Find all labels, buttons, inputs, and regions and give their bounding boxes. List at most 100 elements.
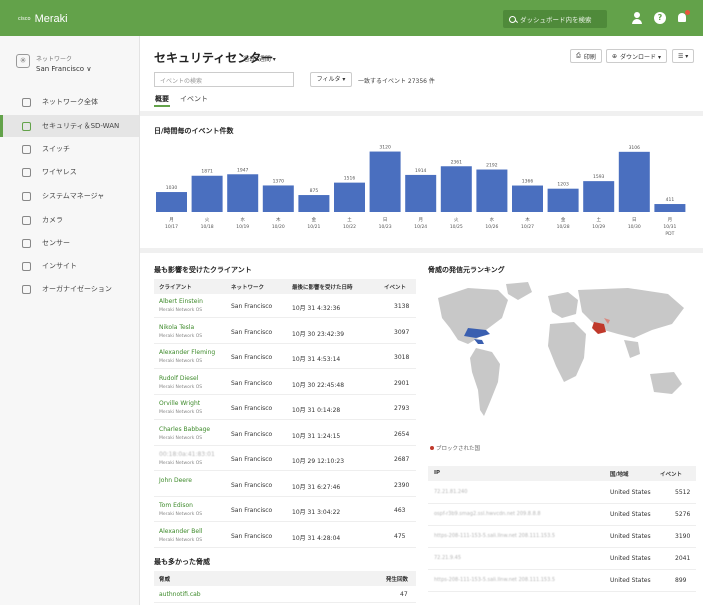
weekday-tick-label: 月 [418, 217, 423, 223]
col-last-affected: 最後に影響を受けた日時 [292, 285, 353, 291]
bar-10/25[interactable] [440, 166, 472, 212]
source-ip[interactable]: 72.21.81.240 [434, 489, 467, 495]
sidebar-item-sensor[interactable]: センサー [0, 232, 139, 254]
sidebar-item-switch[interactable]: スイッチ [0, 138, 139, 160]
bar-value-label: 1203 [557, 182, 569, 188]
client-name[interactable]: Albert Einstein [159, 298, 203, 305]
client-row[interactable]: John Deere San Francisco 10月 31 6:27:46 239… [154, 474, 416, 497]
client-name[interactable]: Alexander Bell [159, 528, 202, 535]
notification-bell-icon[interactable] [676, 10, 690, 24]
weekday-tick-label: 日 [383, 217, 388, 223]
bar-10/17[interactable] [156, 192, 187, 212]
event-search-input[interactable]: イベントの検索 [154, 72, 294, 87]
bar-10/29[interactable] [583, 181, 615, 212]
source-ip[interactable]: 72.21.9.45 [434, 555, 461, 561]
client-row[interactable]: Nikola Tesla Meraki Network OS San Francis… [154, 321, 416, 344]
client-name[interactable]: Nikola Tesla [159, 324, 194, 331]
time-range-dropdown[interactable]: 過去7週間 ▾ [243, 54, 276, 63]
bar-10/27[interactable] [512, 185, 543, 212]
client-events: 2687 [394, 456, 410, 463]
client-row[interactable]: Tom Edison Meraki Network OS San Francisco… [154, 499, 416, 522]
sidebar-item-organization[interactable]: オーガナイゼーション [0, 278, 139, 300]
bar-value-label: 1030 [166, 185, 178, 191]
client-row[interactable]: Rudolf Diesel Meraki Network OS San Franci… [154, 372, 416, 395]
bar-10/18[interactable] [191, 175, 223, 212]
bar-value-label: 1914 [415, 168, 427, 174]
client-row[interactable]: Charles Babbage Meraki Network OS San Fran… [154, 423, 416, 446]
weekday-tick-label: 月 [169, 217, 174, 223]
client-row[interactable]: Albert Einstein Meraki Network OS San Fran… [154, 295, 416, 318]
sidebar-item-camera[interactable]: カメラ [0, 209, 139, 231]
clients-panel-title: 最も影響を受けたクライアント [154, 266, 252, 274]
client-events: 3138 [394, 303, 410, 310]
source-country: United States [610, 577, 651, 584]
source-ip[interactable]: https-208-111-153-5.sali.llnw.net 208.11… [434, 577, 555, 583]
bar-10/21[interactable] [298, 195, 330, 212]
source-ip[interactable]: https-208-111-153-5.sali.llnw.net 208.11… [434, 533, 555, 539]
ranking-row[interactable]: https-208-111-153-5.sali.llnw.net 208.11… [428, 570, 696, 592]
date-tick-label: 10/31 [663, 224, 676, 230]
client-name[interactable]: 00:18:0a:41:83:01 [159, 451, 215, 458]
bar-10/28[interactable] [547, 188, 579, 212]
ranking-row[interactable]: 72.21.81.240 United States 5512 [428, 482, 696, 504]
source-ip[interactable]: ospf-r3b9.smag2.ssl.hwvcdn.net 209.8.8.8 [434, 511, 541, 517]
bar-10/22[interactable] [334, 182, 365, 212]
ranking-table-header: IP 国/地域 イベント [428, 466, 696, 481]
print-button[interactable]: ⎙ 印刷 [570, 49, 602, 63]
client-network: San Francisco [231, 328, 273, 336]
sidebar-item-system-manager[interactable]: システムマネージャ [0, 185, 139, 207]
bar-10/26[interactable] [476, 169, 508, 212]
sidebar-item-wifi[interactable]: ワイヤレス [0, 161, 139, 183]
user-icon[interactable] [631, 12, 643, 24]
client-name[interactable]: Alexander Fleming [159, 349, 215, 356]
col-count: 発生回数 [386, 577, 409, 583]
filter-button[interactable]: フィルタ ▾ [310, 72, 352, 87]
client-name[interactable]: Tom Edison [159, 502, 193, 509]
world-map[interactable] [428, 278, 696, 440]
brand-name: Meraki [34, 13, 68, 25]
source-events: 5276 [675, 511, 691, 518]
meraki-logo[interactable]: cisco Meraki [18, 13, 68, 25]
client-row[interactable]: Alexander Bell Meraki Network OS San Franc… [154, 525, 416, 548]
network-selector[interactable]: ✳ ネットワーク San Francisco ∨ [16, 54, 91, 73]
download-button[interactable]: ⊕ ダウンロード ▾ [606, 49, 667, 63]
sidebar-item-shield[interactable]: セキュリティ＆SD-WAN [0, 115, 139, 137]
client-name[interactable]: Rudolf Diesel [159, 375, 198, 382]
tab-events[interactable]: イベント [180, 94, 208, 104]
ranking-row[interactable]: https-208-111-153-5.sali.llnw.net 208.11… [428, 526, 696, 548]
source-country: United States [610, 555, 651, 562]
bar-value-label: 875 [310, 188, 319, 194]
threat-row[interactable]: authnotifi.cab 47 [154, 587, 416, 603]
ranking-row[interactable]: 72.21.9.45 United States 2041 [428, 548, 696, 570]
col-ip: IP [434, 470, 441, 476]
help-icon[interactable]: ? [654, 12, 666, 24]
bar-10/30[interactable] [618, 151, 650, 212]
client-name[interactable]: Charles Babbage [159, 426, 210, 433]
tab-overview[interactable]: 概要 [155, 94, 169, 104]
ranking-row[interactable]: ospf-r3b9.smag2.ssl.hwvcdn.net 209.8.8.8… [428, 504, 696, 526]
sidebar-item-insight[interactable]: インサイト [0, 255, 139, 277]
client-row[interactable]: Orville Wright Meraki Network OS San Franc… [154, 397, 416, 420]
match-count: 一致するイベント 27356 件 [358, 78, 435, 85]
bar-10/20[interactable] [262, 185, 294, 212]
bar-value-label: 1370 [273, 178, 285, 184]
bar-10/31[interactable] [654, 204, 686, 212]
network-label: ネットワーク [36, 56, 73, 63]
client-name[interactable]: Orville Wright [159, 400, 200, 407]
client-row[interactable]: 00:18:0a:41:83:01 Meraki Network OS San Fr… [154, 448, 416, 471]
client-row[interactable]: Alexander Fleming Meraki Network OS San Fr… [154, 346, 416, 369]
dashboard-search-input[interactable]: ダッシュボード内を検索 [503, 10, 607, 28]
client-name[interactable]: John Deere [159, 477, 192, 484]
view-options-button[interactable]: ☰ ▾ [672, 49, 695, 63]
bar-10/23[interactable] [369, 151, 401, 212]
threat-name[interactable]: authnotifi.cab [159, 591, 201, 598]
switch-icon [22, 144, 31, 154]
blocked-legend-icon [430, 446, 434, 450]
source-events: 899 [675, 577, 687, 584]
source-country: United States [610, 511, 651, 518]
bar-10/19[interactable] [227, 174, 259, 212]
bar-10/24[interactable] [405, 174, 437, 212]
date-tick-label: 10/26 [485, 224, 498, 230]
sidebar-item-globe[interactable]: ネットワーク全体 [0, 91, 139, 113]
client-events: 2654 [394, 430, 410, 438]
